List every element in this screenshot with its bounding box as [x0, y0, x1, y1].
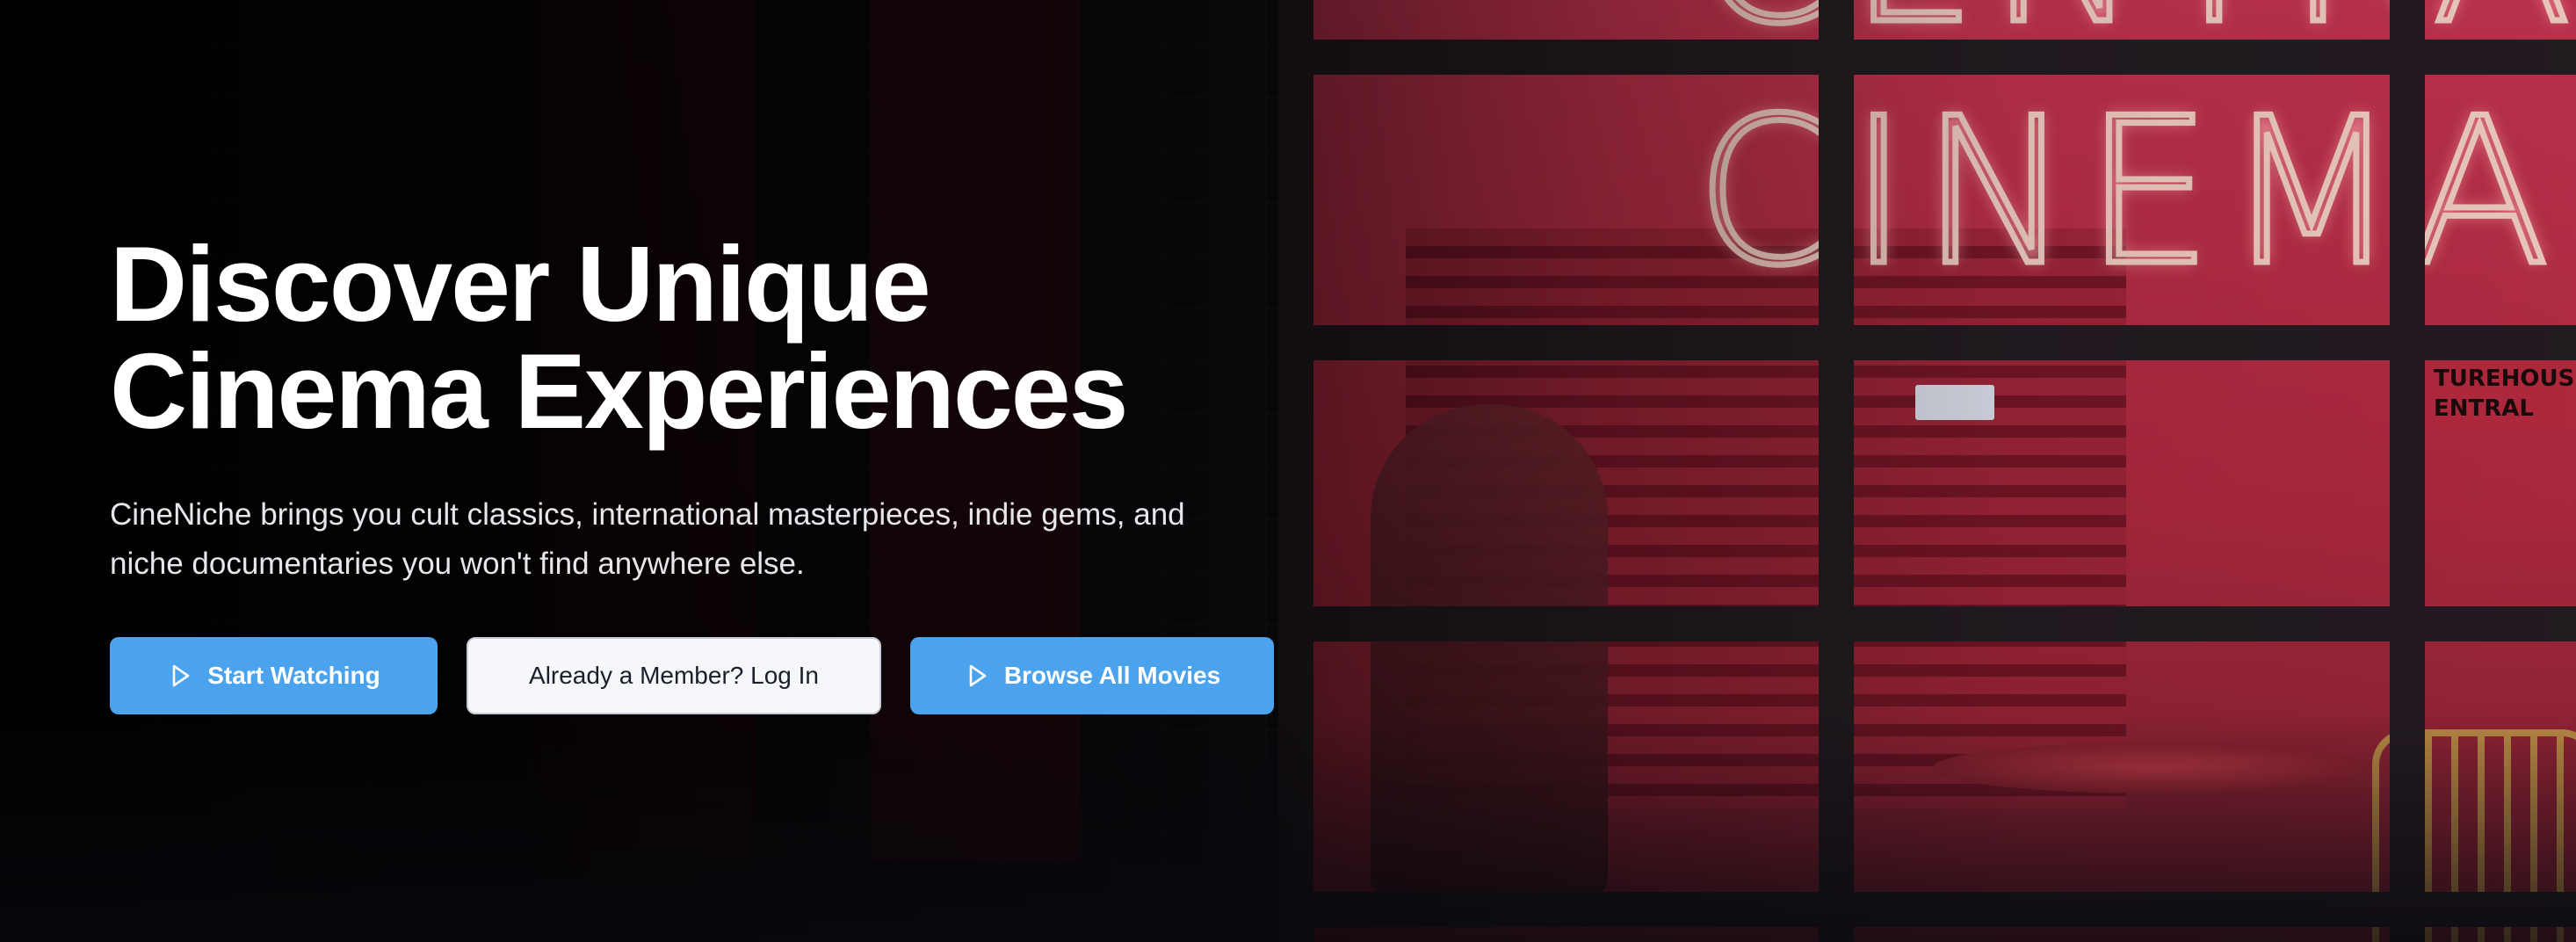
hero-actions: Start Watching Already a Member? Log In …: [110, 637, 1274, 714]
member-login-button[interactable]: Already a Member? Log In: [467, 637, 881, 714]
browse-all-movies-label: Browse All Movies: [1003, 662, 1221, 689]
hero-subtitle-line-1: CineNiche brings you cult classics, inte…: [110, 497, 1185, 532]
hero-subtitle: CineNiche brings you cult classics, inte…: [110, 490, 1287, 589]
hero-headline: Discover Unique Cinema Experiences: [110, 230, 1340, 445]
hero-content: Discover Unique Cinema Experiences CineN…: [110, 230, 1340, 714]
hero-section: CENTRAL CINEMA TUREHOUSEENTRAL Discover …: [0, 0, 2576, 942]
hero-subtitle-line-2: niche documentaries you won't find anywh…: [110, 547, 805, 581]
play-icon: [167, 663, 193, 689]
hero-headline-line-2: Cinema Experiences: [110, 331, 1129, 451]
start-watching-button[interactable]: Start Watching: [110, 637, 438, 714]
play-icon: [964, 663, 990, 689]
member-login-label: Already a Member? Log In: [529, 662, 819, 689]
background-bottom-fade: [0, 714, 2576, 942]
browse-all-movies-button[interactable]: Browse All Movies: [910, 637, 1274, 714]
start-watching-label: Start Watching: [207, 662, 380, 689]
hero-headline-line-1: Discover Unique: [110, 224, 931, 344]
